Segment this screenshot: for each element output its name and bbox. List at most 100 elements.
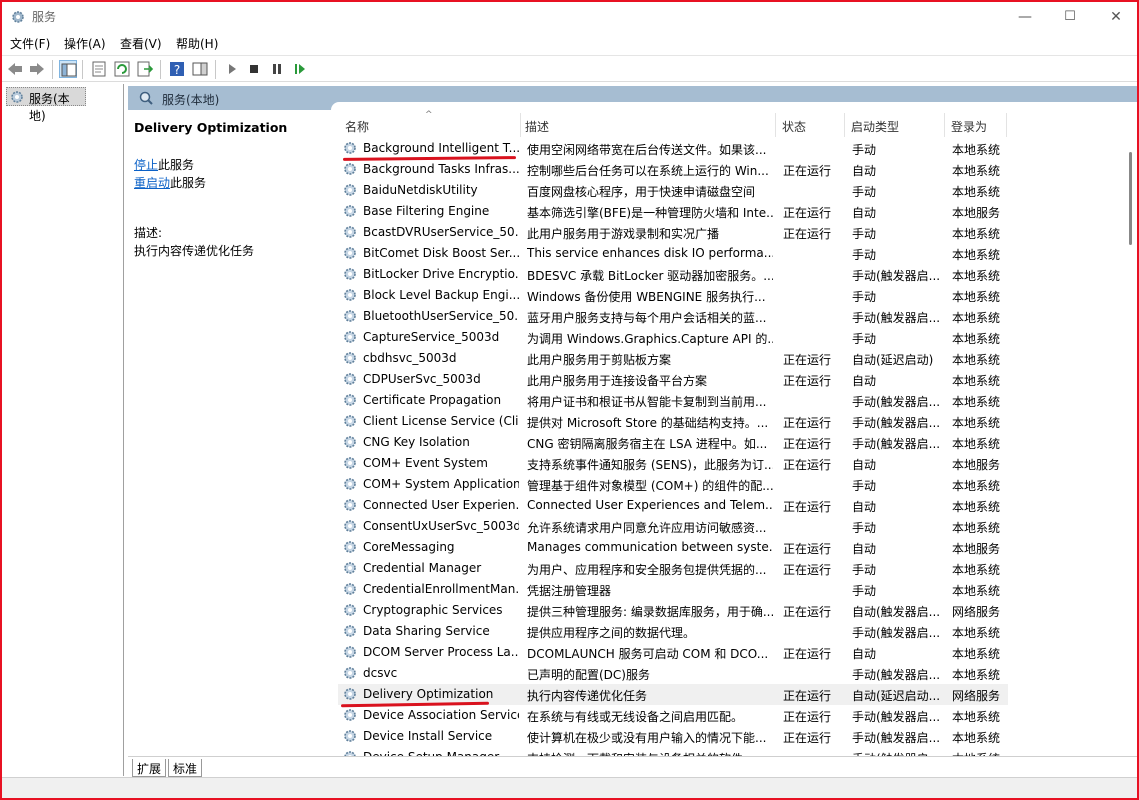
scrollbar-thumb[interactable] — [1129, 152, 1132, 245]
service-row[interactable]: Data Sharing Service 提供应用程序之间的数据代理。 手动(触发器… — [338, 621, 1008, 642]
service-row[interactable]: BcastDVRUserService_50... 此用户服务用于游戏录制和实况广… — [338, 222, 1008, 243]
service-status: 正在运行 — [783, 353, 832, 367]
service-row[interactable]: Cryptographic Services 提供三种管理服务: 编录数据库服务，… — [338, 600, 1008, 621]
service-name: BaiduNetdiskUtility — [363, 183, 478, 197]
service-logon: 本地系统 — [952, 185, 1001, 199]
service-row[interactable]: cbdhsvc_5003d 此用户服务用于剪贴板方案 正在运行 自动(延迟启动) 本地系… — [338, 348, 1008, 369]
service-row[interactable]: Device Setup Manager支持检测、下载和安装与设备相关的软件。手… — [338, 747, 1008, 756]
tree-item-label: 服务(本地) — [29, 92, 70, 123]
toolbar: ? — [2, 55, 1137, 82]
service-desc: 允许系统请求用户同意允许应用访问敏感资... — [527, 521, 767, 535]
service-status: 正在运行 — [783, 374, 832, 388]
service-row[interactable]: COM+ System Application 管理基于组件对象模型 (COM+)… — [338, 474, 1008, 495]
service-status: 正在运行 — [783, 710, 832, 724]
restart-service-icon[interactable] — [291, 60, 309, 78]
service-row[interactable]: BitLocker Drive Encryptio... BDESVC 承载 Bi… — [338, 264, 1008, 285]
service-row[interactable]: Device Association Service 在系统与有线或无线设备之间启… — [338, 705, 1008, 726]
service-row[interactable]: CDPUserSvc_5003d 此用户服务用于连接设备平台方案 正在运行 自动 本地系… — [338, 369, 1008, 390]
gear-icon — [344, 289, 356, 301]
column-divider[interactable] — [775, 113, 776, 137]
tab-extended[interactable]: 扩展 — [132, 759, 167, 777]
service-row[interactable]: dcsvc 已声明的配置(DC)服务 手动(触发器启... 本地系统 — [338, 663, 1008, 684]
column-logon-as[interactable]: 登录为 — [951, 118, 987, 135]
refresh-icon[interactable] — [113, 60, 131, 78]
toolbar-separator — [160, 60, 161, 79]
service-status: 正在运行 — [783, 542, 832, 556]
stop-service-link[interactable]: 停止 — [134, 158, 158, 172]
service-row[interactable]: CaptureService_5003d 为调用 Windows.Graphics… — [338, 327, 1008, 348]
service-row[interactable]: COM+ Event System 支持系统事件通知服务 (SENS)，此服务为订… — [338, 453, 1008, 474]
tree-item-services-local[interactable]: 服务(本地) — [6, 87, 86, 123]
service-logon: 本地系统 — [952, 353, 1001, 367]
menu-file[interactable]: 文件(F) — [10, 35, 50, 52]
service-row[interactable]: BaiduNetdiskUtility 百度网盘核心程序，用于快速申请磁盘空间 手动… — [338, 180, 1008, 201]
column-divider[interactable] — [1006, 113, 1007, 137]
menu-help[interactable]: 帮助(H) — [176, 35, 218, 52]
menu-view[interactable]: 查看(V) — [120, 35, 162, 52]
description-label: 描述: — [134, 226, 163, 240]
gear-icon — [344, 268, 356, 280]
export-list-icon[interactable] — [136, 60, 154, 78]
help-icon[interactable]: ? — [168, 60, 186, 78]
close-button[interactable]: ✕ — [1093, 2, 1137, 32]
service-logon: 本地系统 — [952, 290, 1001, 304]
service-row[interactable]: Credential Manager 为用户、应用程序和安全服务包提供凭据的...… — [338, 558, 1008, 579]
service-row[interactable]: Background Tasks Infras... 控制哪些后台任务可以在系统上… — [338, 159, 1008, 180]
service-row[interactable]: DCOM Server Process La... DCOMLAUNCH 服务可启… — [338, 642, 1008, 663]
service-row[interactable]: CredentialEnrollmentMan... 凭据注册管理器 手动 本地系统 — [338, 579, 1008, 600]
service-row[interactable]: BitComet Disk Boost Ser... This service e… — [338, 243, 1008, 264]
tab-standard[interactable]: 标准 — [168, 759, 203, 777]
restart-service-link[interactable]: 重启动 — [134, 176, 170, 190]
menu-action[interactable]: 操作(A) — [64, 35, 106, 52]
magnifier-icon — [139, 91, 153, 105]
column-startup-type[interactable]: 启动类型 — [851, 118, 899, 135]
service-logon: 网络服务 — [952, 689, 1001, 703]
service-row[interactable]: Base Filtering Engine 基本筛选引擎(BFE)是一种管理防火墙… — [338, 201, 1008, 222]
start-service-icon[interactable] — [223, 60, 241, 78]
service-row[interactable]: Client License Service (Cli... 提供对 Micros… — [338, 411, 1008, 432]
service-row[interactable]: CoreMessaging Manages communication betwe… — [338, 537, 1008, 558]
service-name: Base Filtering Engine — [363, 204, 490, 218]
service-desc: Manages communication between syste... — [527, 540, 773, 554]
window-title: 服务 — [32, 10, 57, 24]
service-logon: 本地系统 — [952, 227, 1001, 241]
service-row[interactable]: Device Install Service 使计算机在极少或没有用户输入的情况下… — [338, 726, 1008, 747]
service-desc: 此用户服务用于剪贴板方案 — [527, 353, 672, 367]
service-row[interactable]: BluetoothUserService_50... 蓝牙用户服务支持与每个用户会… — [338, 306, 1008, 327]
gear-icon — [344, 478, 356, 490]
back-icon[interactable] — [6, 60, 24, 78]
maximize-button[interactable]: ☐ — [1047, 2, 1093, 32]
service-logon: 本地系统 — [952, 164, 1001, 178]
service-start: 手动 — [852, 521, 877, 535]
properties-icon[interactable] — [90, 60, 108, 78]
service-row[interactable]: Connected User Experien... Connected User… — [338, 495, 1008, 516]
gear-icon — [344, 205, 356, 217]
action-pane-icon[interactable] — [191, 60, 209, 78]
service-name: CDPUserSvc_5003d — [363, 372, 481, 386]
console-tree-icon[interactable] — [59, 60, 77, 78]
minimize-button[interactable]: — — [1002, 2, 1048, 32]
service-row[interactable]: ConsentUxUserSvc_5003d 允许系统请求用户同意允许应用访问敏感… — [338, 516, 1008, 537]
service-row[interactable]: Background Intelligent T... 使用空闲网络带宽在后台传送… — [338, 138, 1008, 159]
menu-bar: 文件(F) 操作(A) 查看(V) 帮助(H) — [2, 32, 1137, 54]
forward-icon[interactable] — [28, 60, 46, 78]
column-description[interactable]: 描述 — [525, 118, 549, 135]
pause-service-icon[interactable] — [268, 60, 286, 78]
column-divider[interactable] — [520, 113, 521, 137]
vertical-scrollbar[interactable] — [1126, 112, 1137, 756]
column-name[interactable]: 名称 — [345, 118, 369, 135]
service-start: 自动 — [852, 206, 877, 220]
service-row[interactable]: Block Level Backup Engi... Windows 备份使用 W… — [338, 285, 1008, 306]
description-text: 执行内容传递优化任务 — [134, 244, 255, 258]
column-status[interactable]: 状态 — [782, 118, 806, 135]
column-divider[interactable] — [844, 113, 845, 137]
service-row[interactable]: Certificate Propagation 将用户证书和根证书从智能卡复制到当… — [338, 390, 1008, 411]
service-row[interactable]: CNG Key Isolation CNG 密钥隔离服务宿主在 LSA 进程中。如… — [338, 432, 1008, 453]
stop-service-icon[interactable] — [245, 60, 263, 78]
gear-icon — [344, 163, 356, 175]
service-desc: 凭据注册管理器 — [527, 584, 612, 598]
service-logon: 本地系统 — [952, 374, 1001, 388]
service-start: 手动 — [852, 584, 877, 598]
service-desc: Connected User Experiences and Telem... — [527, 498, 773, 512]
column-divider[interactable] — [944, 113, 945, 137]
